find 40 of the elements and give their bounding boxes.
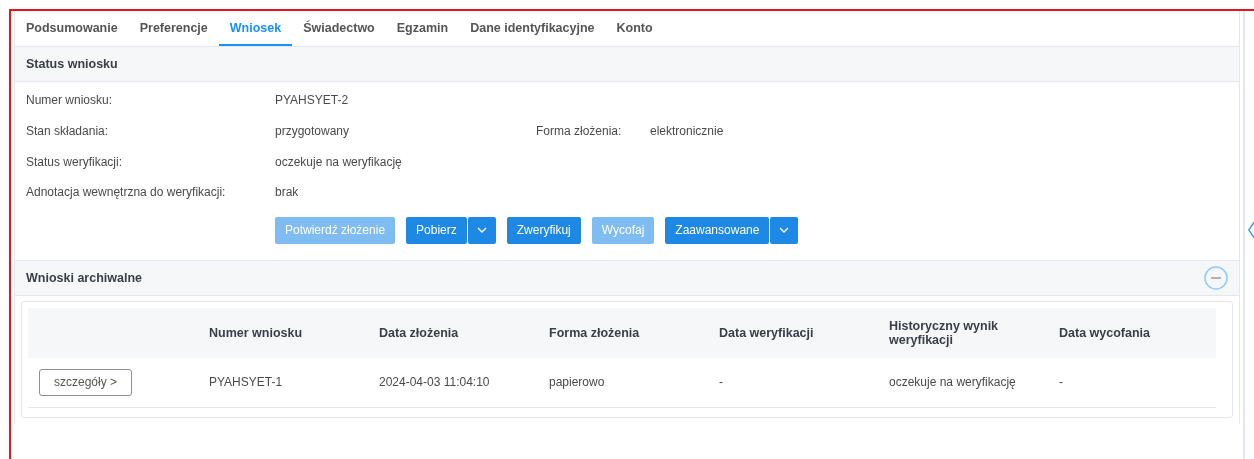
chevron-down-icon [476, 227, 487, 234]
chevron-left-icon[interactable] [1248, 220, 1254, 240]
table-cell-text: papierowo [549, 375, 606, 390]
table-cell-text: - [1059, 375, 1064, 390]
field-label: Stan składania: [26, 124, 110, 139]
table-cell-text: PYAHSYET-1 [209, 375, 284, 390]
section-title: Wnioski archiwalne [26, 270, 142, 285]
field-label: Forma złożenia: [536, 124, 623, 139]
field-label: Status weryfikacji: [26, 154, 124, 169]
action-button[interactable]: Zaawansowane [665, 216, 770, 244]
field-value: elektronicznie [650, 124, 725, 139]
column-header: Numer wniosku [209, 325, 304, 340]
tab[interactable]: Preferencje [128, 11, 219, 46]
tab[interactable]: Podsumowanie [26, 11, 129, 46]
column-header: Forma złożenia [549, 325, 641, 340]
field-value: brak [275, 185, 300, 200]
tab[interactable]: Dane identyfikacyjne [459, 11, 606, 46]
field-value: PYAHSYET-2 [275, 93, 350, 108]
field-value: oczekuje na weryfikację [275, 154, 403, 169]
column-header: Data weryfikacji [719, 325, 815, 340]
field-value: przygotowany [275, 124, 351, 139]
column-header: Historyczny wynik weryfikacji [889, 318, 1000, 347]
table-cell-text: oczekuje na weryfikację [889, 375, 1017, 390]
action-button[interactable]: Zweryfikuj [506, 216, 581, 244]
details-button[interactable]: szczegóły > [39, 368, 133, 396]
section-title: Status wniosku [26, 57, 118, 71]
dropdown-button[interactable] [770, 216, 799, 244]
tab[interactable]: Świadectwo [292, 11, 386, 46]
tab[interactable]: Egzamin [385, 11, 460, 46]
collapse-icon[interactable] [1204, 265, 1228, 290]
field-label: Adnotacja wewnętrzna do weryfikacji: [26, 185, 227, 200]
table-cell-text: 2024-04-03 11:04:10 [379, 375, 491, 390]
chevron-down-icon [779, 227, 790, 234]
table-cell-text: - [719, 375, 724, 390]
column-header: Data wycofania [1059, 325, 1151, 340]
column-header: Data złożenia [379, 325, 460, 340]
field-label: Numer wniosku: [26, 93, 114, 108]
dropdown-button[interactable] [467, 216, 496, 244]
action-button[interactable]: Pobierz [406, 216, 467, 244]
tab[interactable]: Konto [605, 11, 664, 46]
